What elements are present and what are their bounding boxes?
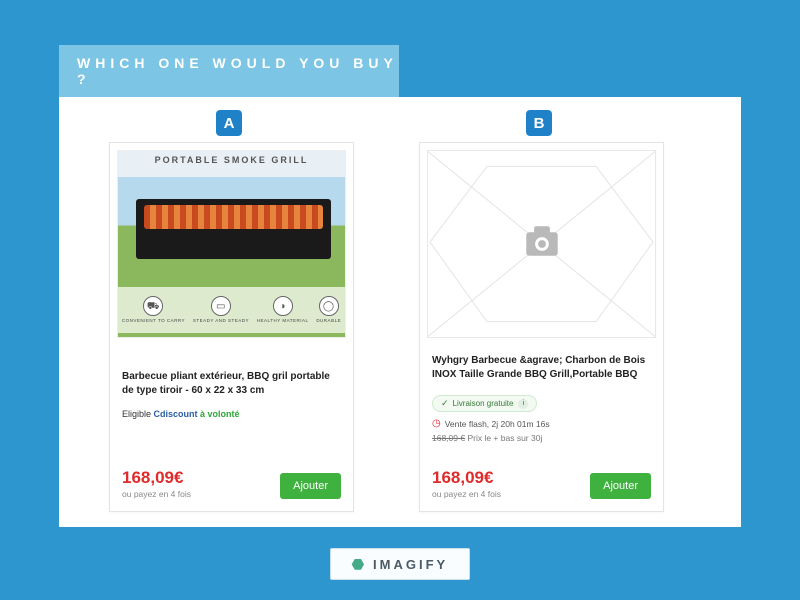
lowest-price-line: 168,09 € Prix le + bas sur 30j — [432, 433, 651, 443]
price: 168,09€ — [432, 468, 501, 488]
brand-text: IMAGIFY — [373, 557, 448, 572]
add-to-cart-button[interactable]: Ajouter — [590, 473, 651, 499]
feature-item: ▭ STEADY AND STEADY — [193, 296, 249, 324]
feature-item: ◯ DURABLE — [316, 296, 341, 324]
footer-brand[interactable]: ⬣ IMAGIFY — [330, 548, 470, 580]
product-title[interactable]: Barbecue pliant extérieur, BBQ gril port… — [122, 370, 341, 397]
feature-label: STEADY AND STEADY — [193, 319, 249, 324]
image-banner: PORTABLE SMOKE GRILL — [118, 155, 345, 165]
badge-a: A — [216, 110, 242, 136]
carry-icon: ⛟ — [143, 296, 163, 316]
card-body: Wyhgry Barbecue &agrave; Charbon de Bois… — [420, 338, 663, 443]
steady-icon: ▭ — [211, 296, 231, 316]
shipping-text: Livraison gratuite — [453, 399, 514, 408]
card-footer: 168,09€ ou payez en 4 fois Ajouter — [122, 468, 341, 499]
badge-b: B — [526, 110, 552, 136]
old-price: 168,09 € — [432, 433, 465, 443]
flash-text: Vente flash, 2j 20h 01m 16s — [445, 419, 550, 429]
card-body: Barbecue pliant extérieur, BBQ gril port… — [110, 338, 353, 419]
pay-4x[interactable]: ou payez en 4 fois — [432, 489, 501, 499]
feature-label: DURABLE — [316, 319, 341, 324]
eligible-line: Eligible Cdiscount à volonté — [122, 409, 341, 419]
product-card-a[interactable]: PORTABLE SMOKE GRILL ⛟ CONVENIENT TO CAR… — [109, 142, 354, 512]
feature-label: CONVENIENT TO CARRY — [122, 319, 185, 324]
feature-label: HEALTHY MATERIAL — [257, 319, 309, 324]
flash-sale-line: ◷ Vente flash, 2j 20h 01m 16s — [432, 418, 651, 429]
feature-item: ⛟ CONVENIENT TO CARRY — [122, 296, 185, 324]
page-title: WHICH ONE WOULD YOU BUY ? — [59, 45, 399, 97]
eligible-suffix: à volonté — [198, 409, 240, 419]
add-to-cart-button[interactable]: Ajouter — [280, 473, 341, 499]
card-footer: 168,09€ ou payez en 4 fois Ajouter — [432, 468, 651, 499]
product-title[interactable]: Wyhgry Barbecue &agrave; Charbon de Bois… — [432, 354, 651, 381]
product-card-b[interactable]: Wyhgry Barbecue &agrave; Charbon de Bois… — [419, 142, 664, 512]
price: 168,09€ — [122, 468, 191, 488]
price-block: 168,09€ ou payez en 4 fois — [122, 468, 191, 499]
low-price-text: Prix le + bas sur 30j — [465, 433, 542, 443]
free-shipping-badge: ✓ Livraison gratuite i — [432, 395, 537, 412]
clock-icon: ◷ — [432, 418, 441, 429]
feature-item: ◑ HEALTHY MATERIAL — [257, 296, 309, 324]
feature-row: ⛟ CONVENIENT TO CARRY ▭ STEADY AND STEAD… — [118, 287, 345, 333]
product-image-placeholder — [427, 150, 656, 338]
check-icon: ✓ — [441, 398, 449, 409]
material-icon: ◑ — [273, 296, 293, 316]
durable-icon: ◯ — [319, 296, 339, 316]
info-icon[interactable]: i — [518, 399, 528, 409]
pay-4x[interactable]: ou payez en 4 fois — [122, 489, 191, 499]
imagify-logo-icon: ⬣ — [352, 556, 367, 573]
grill-illustration — [136, 199, 331, 259]
title-text: WHICH ONE WOULD YOU BUY ? — [77, 55, 399, 87]
comparison-panel: A B PORTABLE SMOKE GRILL ⛟ CONVENIENT TO… — [59, 97, 741, 527]
eligible-brand: Cdiscount — [154, 409, 198, 419]
price-block: 168,09€ ou payez en 4 fois — [432, 468, 501, 499]
eligible-prefix: Eligible — [122, 409, 154, 419]
product-image-a: PORTABLE SMOKE GRILL ⛟ CONVENIENT TO CAR… — [117, 150, 346, 338]
